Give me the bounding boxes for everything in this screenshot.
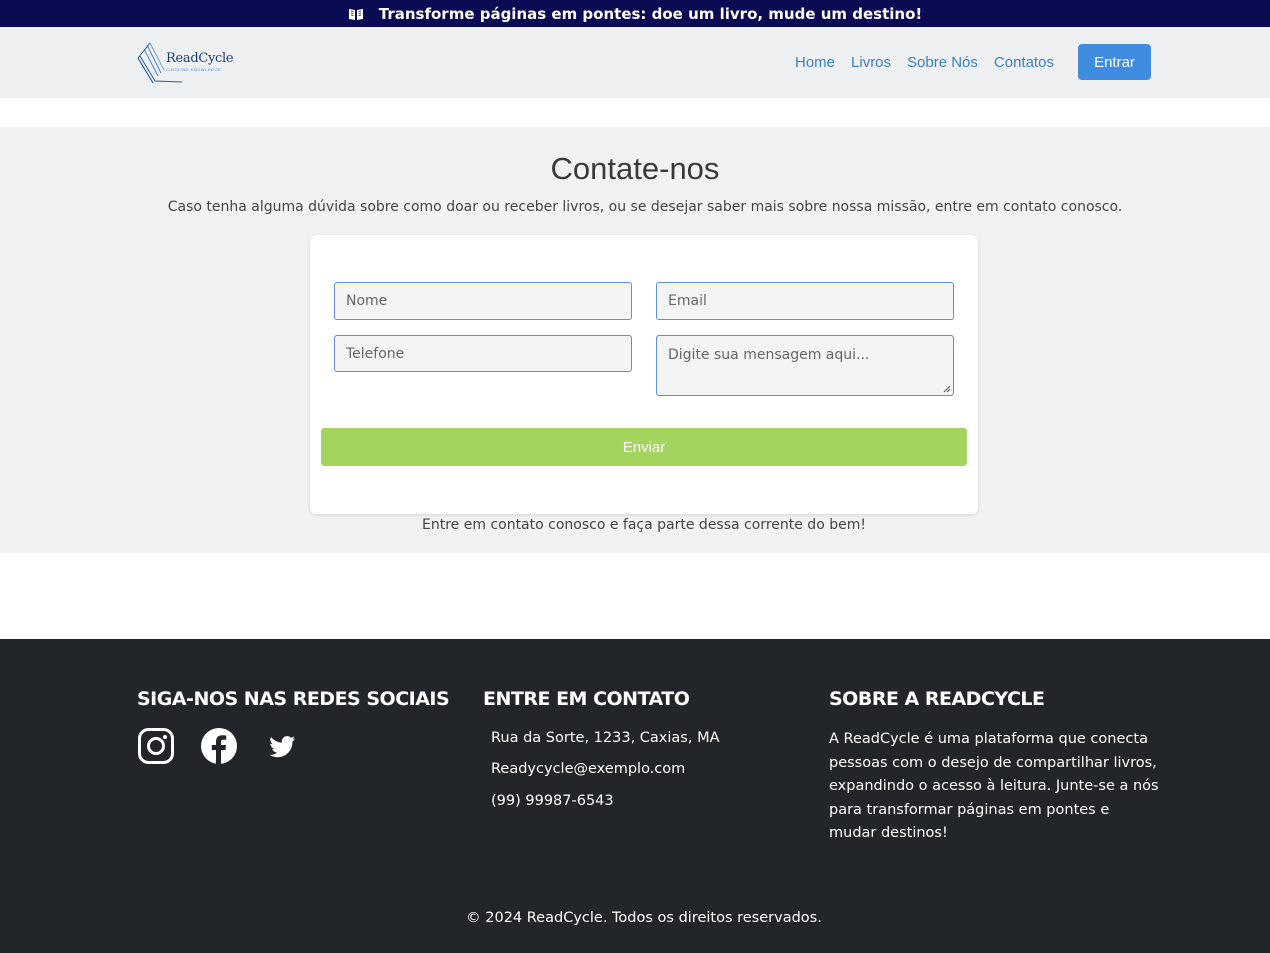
- open-book-icon: [348, 7, 364, 21]
- login-button[interactable]: Entrar: [1078, 44, 1151, 80]
- phone-input[interactable]: Telefone: [334, 335, 632, 372]
- footer: SIGA-NOS NAS REDES SOCIAIS ENTRE EM CONT…: [0, 639, 1270, 953]
- announcement-bar: Transforme páginas em pontes: doe um liv…: [0, 0, 1270, 27]
- name-input[interactable]: Nome: [334, 282, 632, 320]
- contact-subtitle: Caso tenha alguma dúvida sobre como doar…: [167, 199, 1123, 215]
- twitter-icon[interactable]: [263, 727, 301, 765]
- contact-form: Nome Email Telefone Digite sua mensagem …: [310, 235, 978, 514]
- announcement-text: Transforme páginas em pontes: doe um liv…: [378, 4, 923, 23]
- about-text: A ReadCycle é uma plataforma que conecta…: [829, 731, 1159, 841]
- contact-info-title: ENTRE EM CONTATO: [483, 688, 690, 710]
- logo-name: ReadCycle: [166, 51, 234, 66]
- navbar: ReadCycle CIRCLING KNOWLEDGE Home Livros…: [0, 27, 1270, 98]
- main-nav: Home Livros Sobre Nós Contatos: [795, 54, 1070, 71]
- email-input[interactable]: Email: [656, 282, 954, 320]
- nav-contatos[interactable]: Contatos: [994, 54, 1054, 71]
- resize-handle-icon[interactable]: [943, 385, 951, 393]
- instagram-icon[interactable]: [137, 727, 175, 765]
- social-title: SIGA-NOS NAS REDES SOCIAIS: [137, 688, 450, 710]
- address-text: Rua da Sorte, 1233, Caxias, MA: [491, 730, 720, 746]
- nav-livros[interactable]: Livros: [851, 54, 891, 71]
- contact-footnote: Entre em contato conosco e faça parte de…: [422, 517, 866, 533]
- email-link[interactable]: Readycycle@exemplo.com: [491, 761, 685, 777]
- contact-section: Contate-nos Caso tenha alguma dúvida sob…: [0, 127, 1270, 553]
- facebook-icon[interactable]: [200, 727, 238, 765]
- nav-sobre-nos[interactable]: Sobre Nós: [907, 54, 978, 71]
- phone-text: (99) 99987-6543: [491, 793, 614, 809]
- message-placeholder: Digite sua mensagem aqui...: [668, 347, 870, 363]
- contact-title: Contate-nos: [550, 151, 720, 186]
- copyright: © 2024 ReadCycle. Todos os direitos rese…: [466, 910, 822, 926]
- logo[interactable]: ReadCycle CIRCLING KNOWLEDGE: [136, 41, 236, 85]
- logo-tagline: CIRCLING KNOWLEDGE: [166, 67, 222, 72]
- about-title: SOBRE A READCYCLE: [829, 688, 1045, 710]
- message-textarea[interactable]: Digite sua mensagem aqui...: [656, 335, 954, 396]
- nav-home[interactable]: Home: [795, 54, 835, 71]
- submit-button[interactable]: Enviar: [321, 428, 967, 466]
